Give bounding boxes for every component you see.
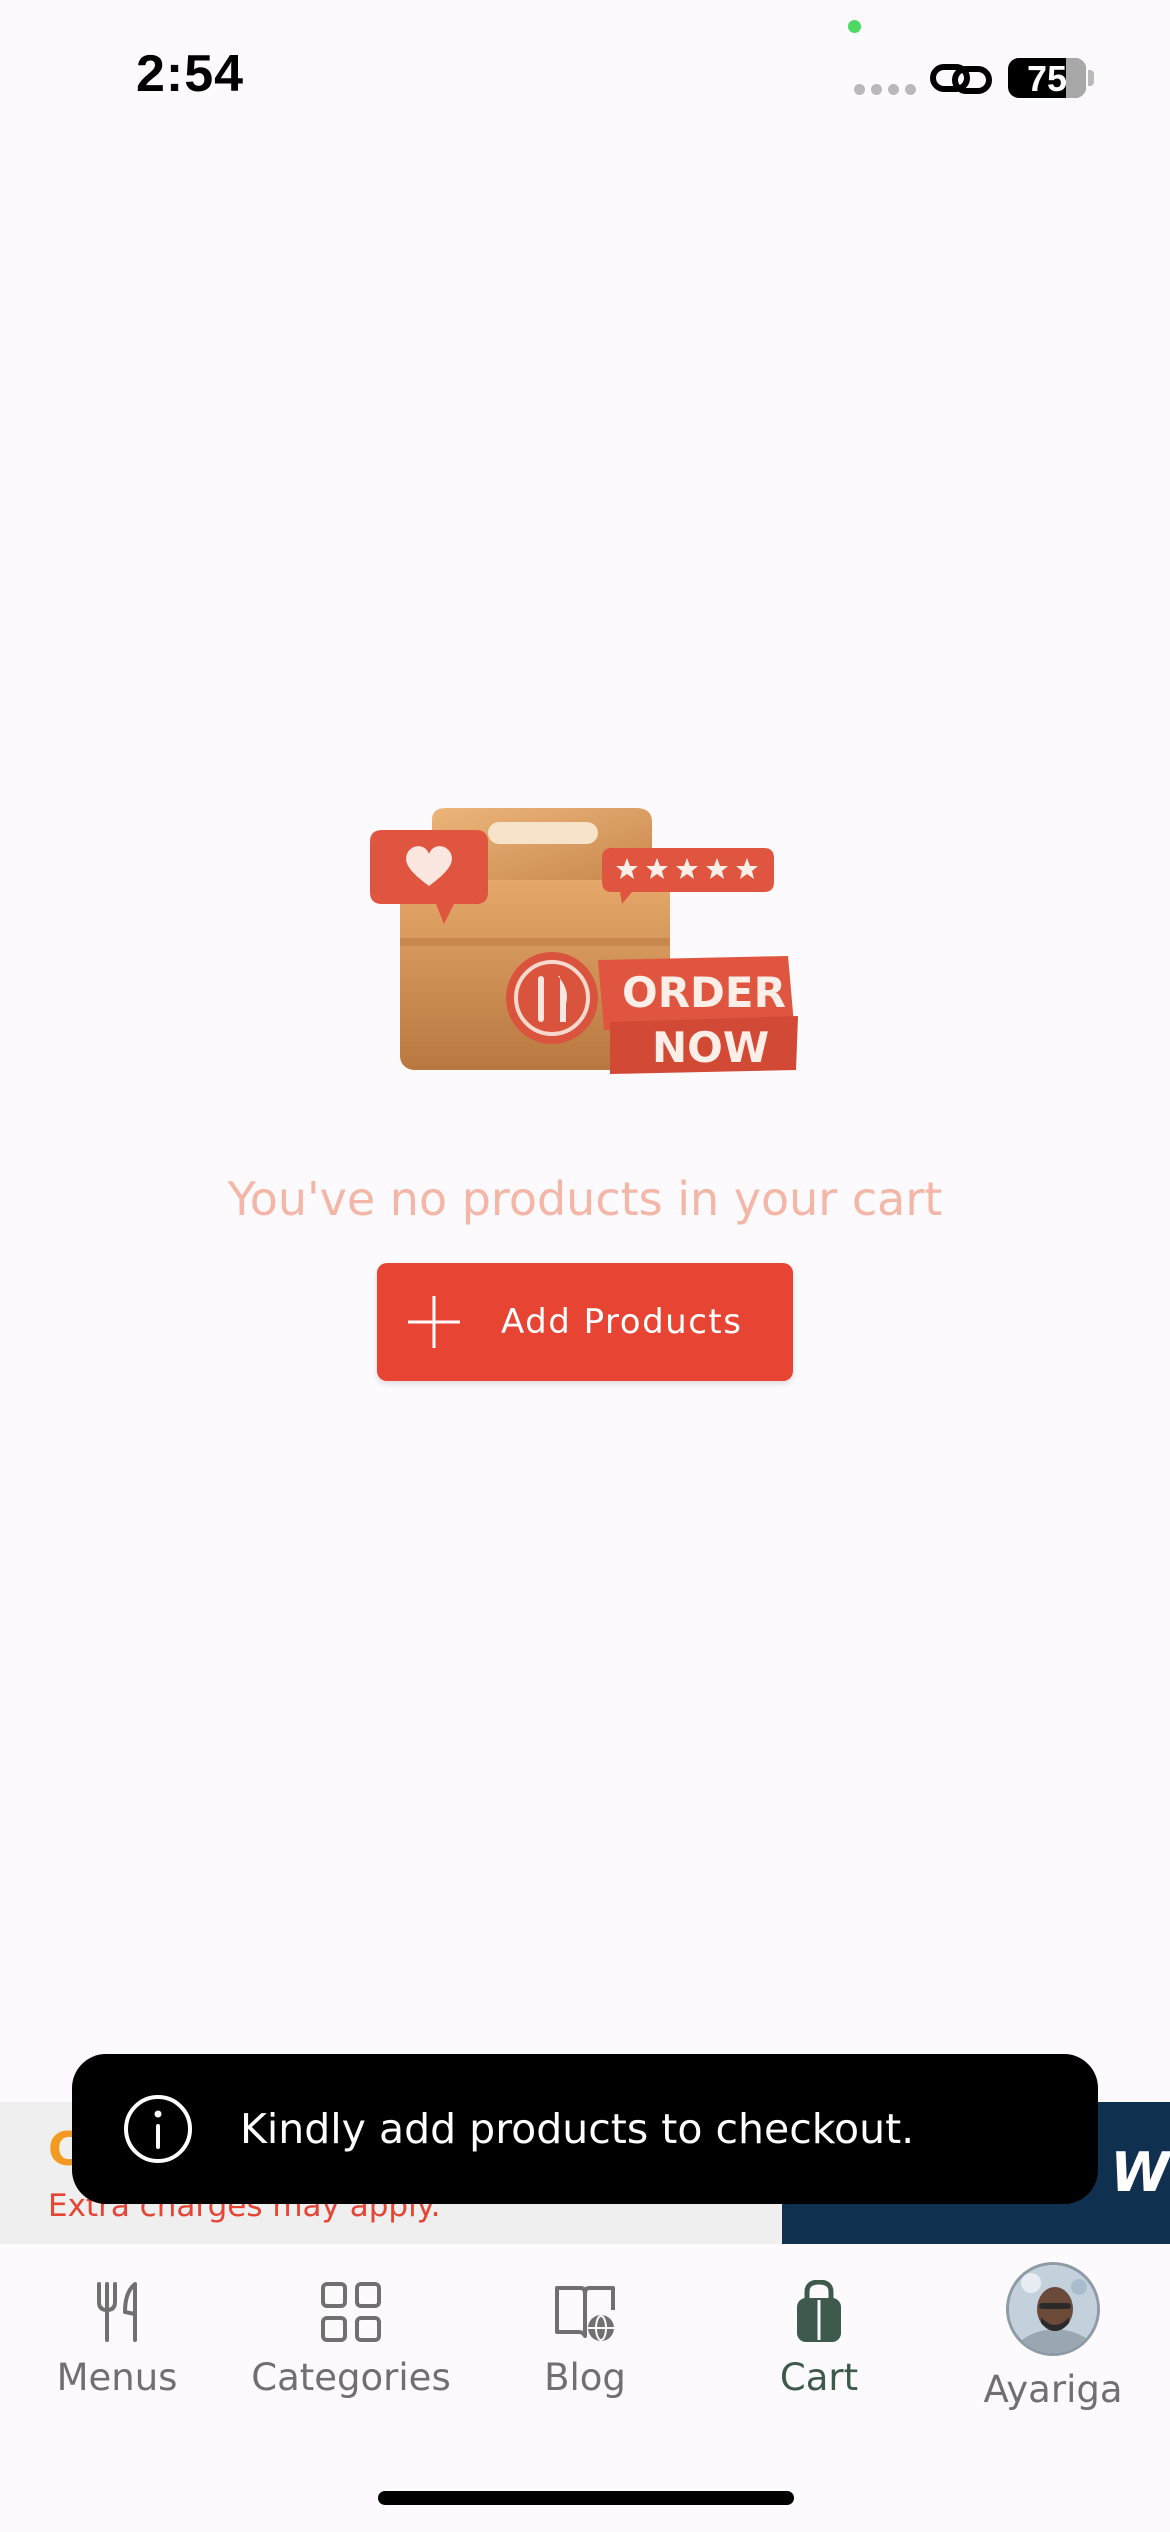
nav-label-blog: Blog — [544, 2356, 626, 2399]
bottom-nav: Menus Categories Blog Cart Ayariga — [0, 2244, 1170, 2532]
home-indicator[interactable] — [378, 2491, 794, 2505]
toast-message: Kindly add products to checkout. — [240, 2105, 915, 2153]
add-products-button[interactable]: Add Products — [377, 1263, 793, 1381]
nav-item-profile[interactable]: Ayariga — [936, 2244, 1170, 2444]
camera-indicator-dot — [848, 20, 861, 33]
avatar — [1006, 2262, 1100, 2356]
battery-tip — [1088, 70, 1094, 86]
shopping-bag-icon — [797, 2280, 841, 2342]
plus-icon — [408, 1296, 460, 1348]
promo-cta-label: W — [1110, 2141, 1170, 2204]
nav-label-cart: Cart — [779, 2356, 859, 2399]
nav-item-cart[interactable]: Cart — [702, 2244, 936, 2444]
battery-level: 75 — [1026, 58, 1068, 98]
nav-label-categories: Categories — [251, 2356, 451, 2399]
grid-icon — [321, 2282, 381, 2342]
nav-item-categories[interactable]: Categories — [234, 2244, 468, 2444]
illustration-badge-line1: ORDER — [622, 968, 786, 1017]
toast-notification: Kindly add products to checkout. — [72, 2054, 1098, 2204]
book-globe-icon — [555, 2286, 615, 2341]
battery-icon: 75 — [1008, 58, 1086, 98]
cellular-signal-icon — [854, 84, 916, 95]
personal-hotspot-icon — [930, 64, 992, 94]
add-products-label: Add Products — [501, 1302, 743, 1342]
info-icon — [124, 2095, 192, 2163]
nav-item-blog[interactable]: Blog — [468, 2244, 702, 2444]
status-time: 2:54 — [136, 45, 245, 103]
illustration-badge-line2: NOW — [652, 1023, 769, 1072]
nav-label-profile: Ayariga — [983, 2368, 1123, 2411]
empty-cart-message: You've no products in your cart — [227, 1172, 943, 1226]
order-box-illustration: ORDER NOW — [370, 808, 798, 1074]
nav-label-menus: Menus — [56, 2356, 178, 2399]
fork-knife-icon — [97, 2282, 137, 2342]
nav-item-menus[interactable]: Menus — [0, 2244, 234, 2444]
